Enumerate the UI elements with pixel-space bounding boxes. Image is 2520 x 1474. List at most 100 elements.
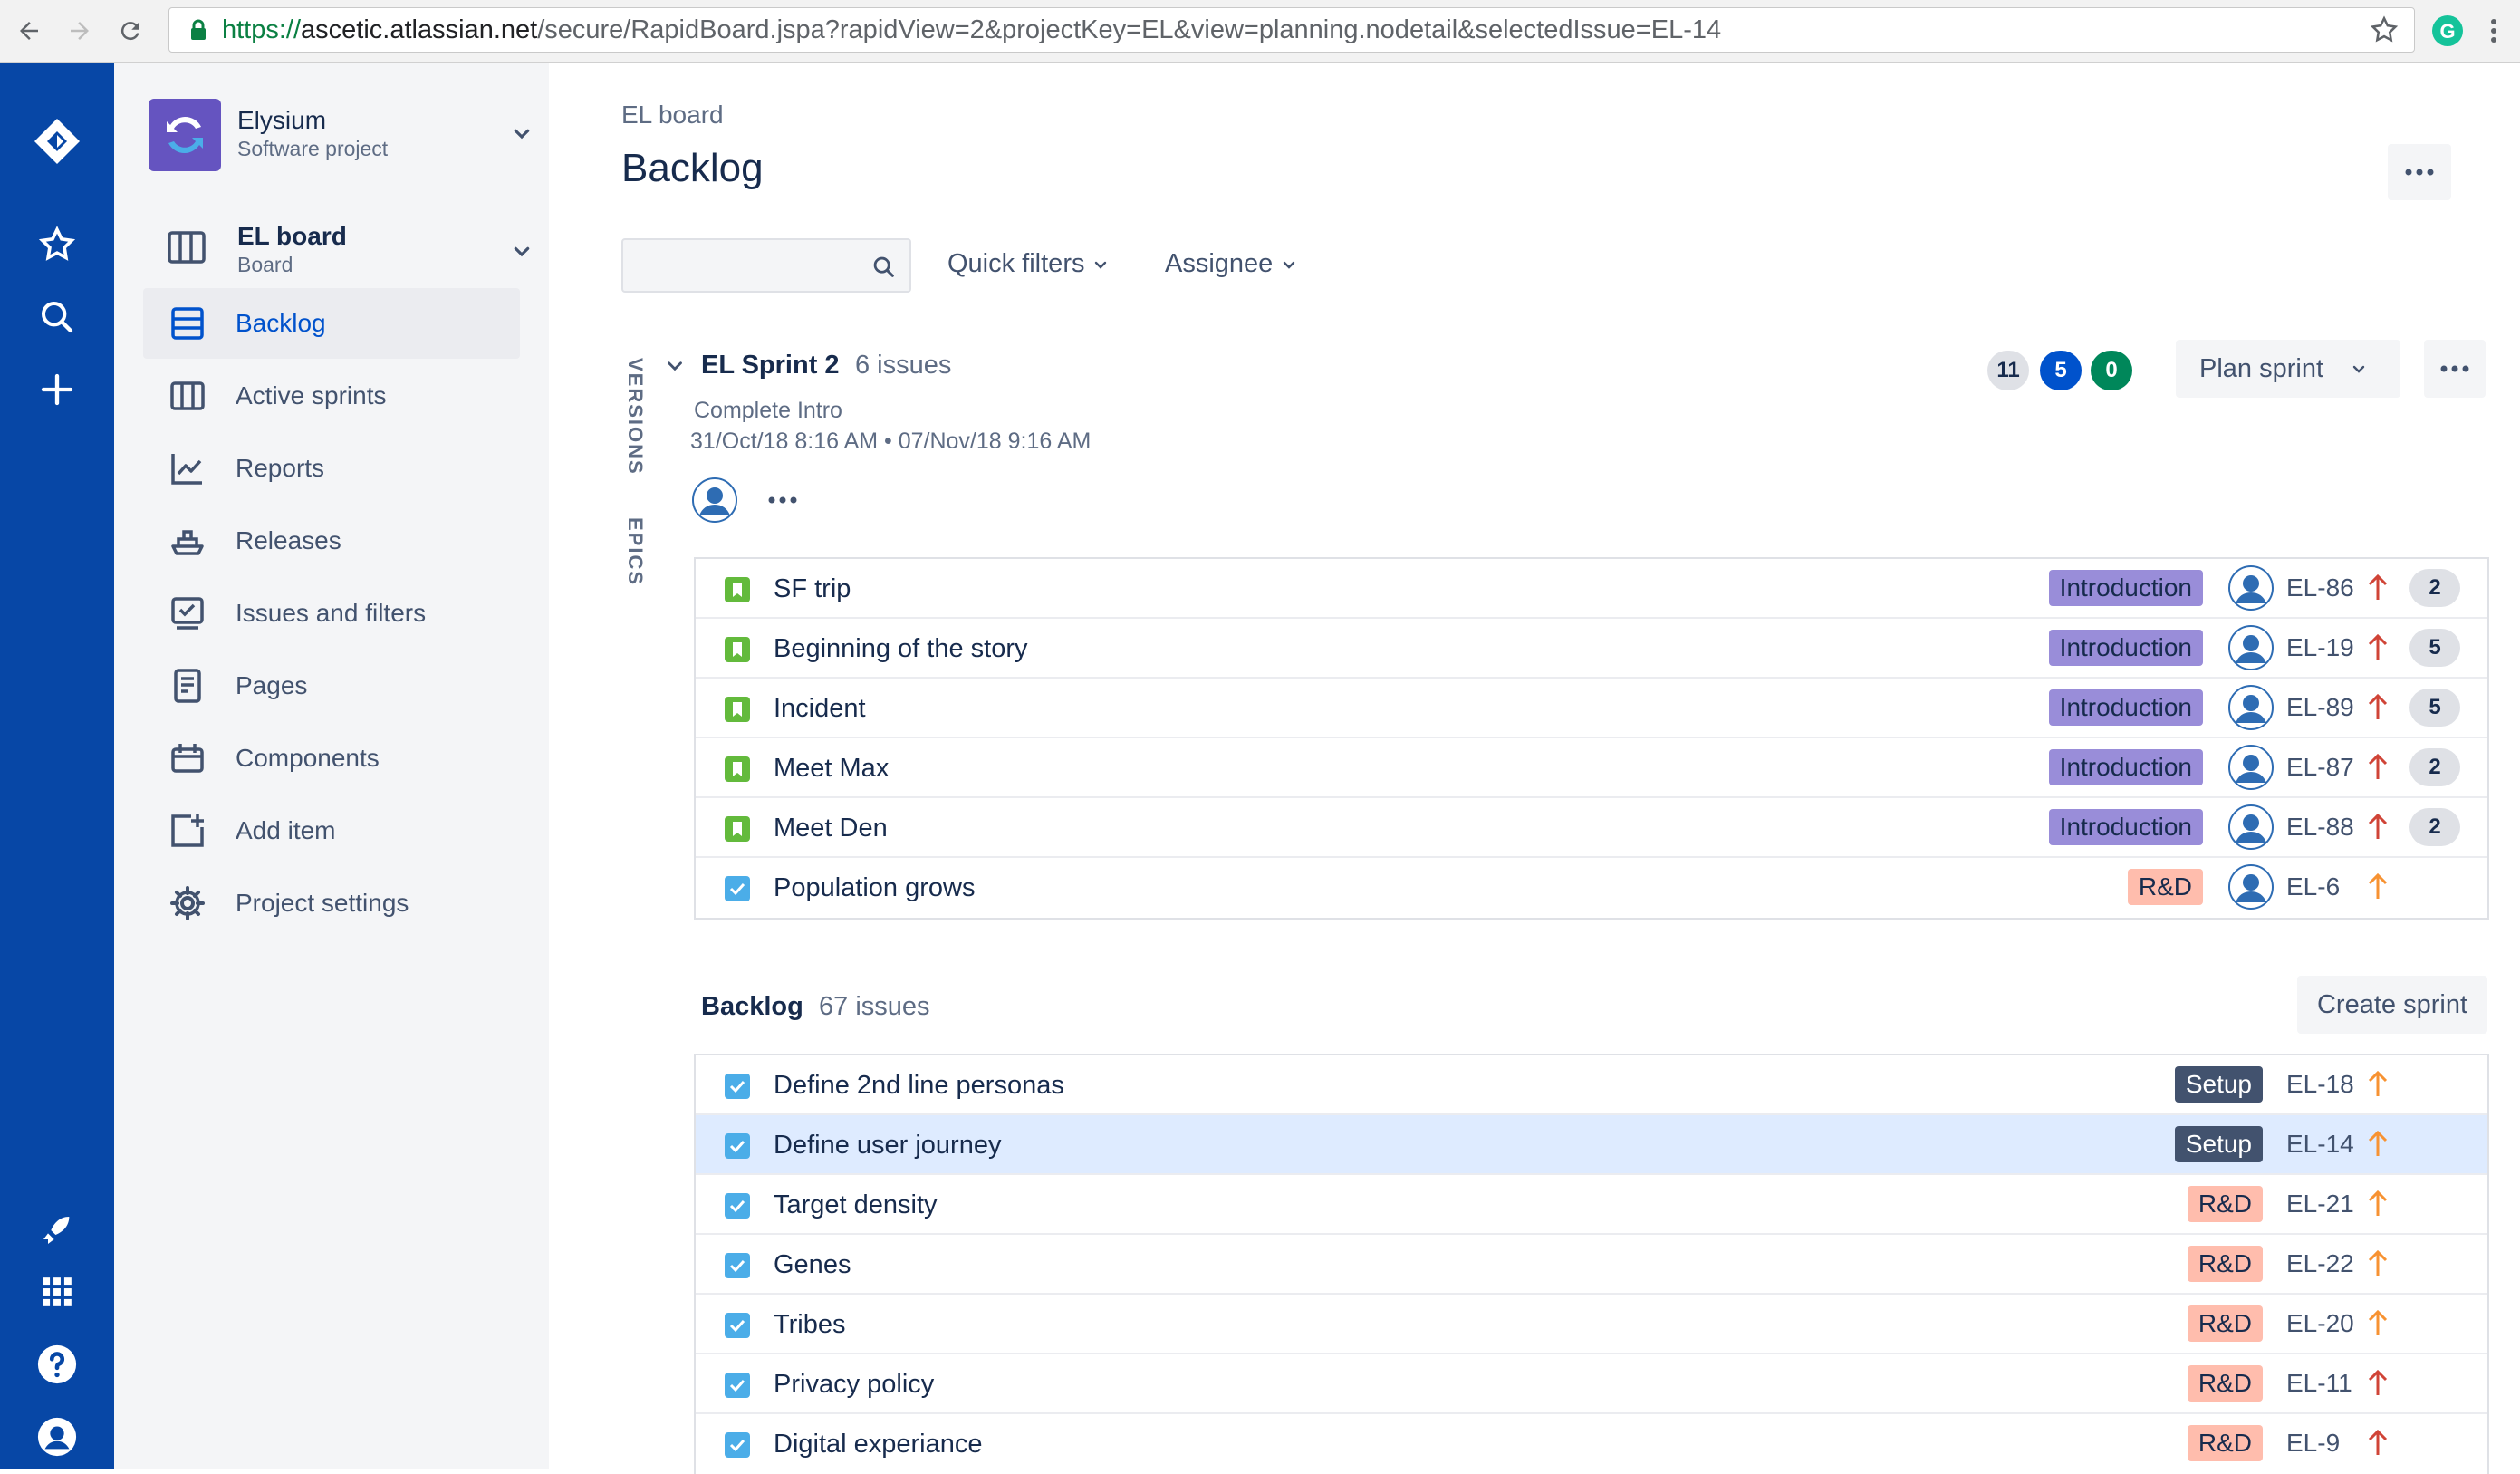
sprint-collapse-chevron-icon[interactable] — [663, 354, 687, 378]
more-actions-button[interactable] — [2388, 144, 2451, 200]
chevron-down-icon — [1095, 261, 1107, 269]
svg-text:G: G — [2439, 20, 2455, 43]
chevron-down-icon — [1284, 261, 1295, 269]
sprint-dates: 31/Oct/18 8:16 AM • 07/Nov/18 9:16 AM — [690, 429, 1092, 454]
settings-icon — [167, 882, 208, 924]
search-icon — [871, 255, 897, 280]
sprint-goal: Complete Intro — [694, 398, 842, 423]
issue-row[interactable]: Meet Den Introduction EL-88 2 — [696, 798, 2487, 858]
issue-row[interactable]: Privacy policy R&D EL-11 — [696, 1354, 2487, 1414]
chevron-down-icon — [2352, 365, 2365, 373]
issue-row[interactable]: Define 2nd line personas Setup EL-18 — [696, 1055, 2487, 1115]
issues-icon — [167, 592, 208, 634]
issue-key[interactable]: EL-19 — [2286, 633, 2359, 662]
project-name: Elysium — [237, 106, 327, 134]
board-switcher[interactable]: EL board Board — [149, 217, 530, 280]
profile-avatar-icon[interactable] — [33, 1412, 82, 1461]
notification-rocket-icon[interactable] — [33, 1206, 82, 1255]
page-title: Backlog — [621, 146, 764, 190]
sidebar-item-label: Pages — [236, 671, 308, 699]
backlog-heading: Backlog — [701, 992, 803, 1021]
issue-row-selected[interactable]: Define user journey Setup EL-14 — [696, 1115, 2487, 1175]
issue-summary: Genes — [774, 1250, 851, 1279]
starred-icon[interactable] — [33, 220, 82, 269]
chevron-down-icon[interactable] — [507, 119, 536, 148]
issue-summary: Define user journey — [774, 1131, 1002, 1160]
board-name: EL board — [237, 222, 347, 250]
issue-row[interactable]: Genes R&D EL-22 — [696, 1235, 2487, 1295]
issue-row[interactable]: Tribes R&D EL-20 — [696, 1295, 2487, 1354]
sidebar-item-reports[interactable]: Reports — [143, 433, 520, 504]
sidebar-item-backlog[interactable]: Backlog — [143, 288, 520, 359]
breadcrumb[interactable]: EL board — [621, 101, 724, 130]
jira-logo-icon[interactable] — [33, 117, 82, 166]
assignee-dropdown[interactable]: Assignee — [1165, 249, 1300, 279]
versions-tab[interactable]: VERSIONS — [623, 358, 647, 476]
ellipsis-icon — [2405, 169, 2434, 176]
project-avatar — [149, 99, 221, 171]
issue-row[interactable]: SF trip Introduction EL-86 2 — [696, 559, 2487, 619]
issue-key[interactable]: EL-14 — [2286, 1130, 2359, 1159]
sprint-name[interactable]: EL Sprint 2 — [701, 351, 840, 381]
epics-tab[interactable]: EPICS — [623, 517, 647, 586]
backlog-issue-count: 67 issues — [819, 992, 930, 1021]
issue-key[interactable]: EL-6 — [2286, 872, 2359, 901]
bookmark-star-icon[interactable] — [2369, 14, 2400, 45]
sidebar-item-active-sprints[interactable]: Active sprints — [143, 361, 520, 431]
priority-high-arrow-icon — [2368, 814, 2388, 839]
story-icon — [725, 697, 750, 722]
issue-key[interactable]: EL-22 — [2286, 1249, 2359, 1278]
story-points-badge: 5 — [2409, 689, 2460, 727]
grammarly-extension-icon[interactable]: G — [2429, 13, 2466, 49]
plan-sprint-button[interactable]: Plan sprint — [2176, 340, 2400, 398]
app-switcher-icon[interactable] — [33, 1267, 82, 1316]
issue-key[interactable]: EL-9 — [2286, 1429, 2359, 1458]
priority-medium-arrow-icon — [2368, 1190, 2388, 1216]
issue-key[interactable]: EL-89 — [2286, 693, 2359, 722]
issue-row[interactable]: Target density R&D EL-21 — [696, 1175, 2487, 1235]
sidebar-item-releases[interactable]: Releases — [143, 506, 520, 576]
story-icon — [725, 637, 750, 662]
browser-toolbar: https://ascetic.atlassian.net/secure/Rap… — [0, 0, 2520, 63]
sprint-more-button[interactable] — [2424, 340, 2486, 398]
issue-row[interactable]: Population grows R&D EL-6 — [696, 858, 2487, 918]
sidebar-item-issues-and-filters[interactable]: Issues and filters — [143, 578, 520, 649]
issue-row[interactable]: Incident Introduction EL-89 5 — [696, 679, 2487, 738]
sidebar-item-pages[interactable]: Pages — [143, 650, 520, 721]
create-plus-icon[interactable] — [33, 365, 82, 414]
epic-label: Introduction — [2048, 570, 2203, 606]
sidebar-item-components[interactable]: Components — [143, 723, 520, 794]
sprint-assignee-avatar[interactable] — [692, 477, 737, 523]
search-icon[interactable] — [33, 293, 82, 342]
create-sprint-button[interactable]: Create sprint — [2297, 976, 2487, 1034]
epic-label: Setup — [2174, 1126, 2263, 1162]
issue-key[interactable]: EL-20 — [2286, 1309, 2359, 1338]
issue-key[interactable]: EL-88 — [2286, 813, 2359, 842]
issue-row[interactable]: Beginning of the story Introduction EL-1… — [696, 619, 2487, 679]
browser-menu-icon[interactable] — [2480, 13, 2507, 49]
sidebar-item-label: Issues and filters — [236, 599, 427, 627]
issue-key[interactable]: EL-18 — [2286, 1070, 2359, 1099]
priority-high-arrow-icon — [2368, 1430, 2388, 1455]
sidebar-item-project-settings[interactable]: Project settings — [143, 868, 520, 939]
issue-row[interactable]: Meet Max Introduction EL-87 2 — [696, 738, 2487, 798]
quick-filters-dropdown[interactable]: Quick filters — [947, 249, 1111, 279]
issue-key[interactable]: EL-11 — [2286, 1369, 2359, 1398]
address-bar[interactable]: https://ascetic.atlassian.net/secure/Rap… — [168, 7, 2415, 53]
assignee-avatar — [2228, 864, 2274, 910]
points-todo-badge: 11 — [1987, 351, 2029, 390]
epic-label: Introduction — [2048, 689, 2203, 726]
sprint-avatar-more-icon[interactable] — [765, 487, 801, 514]
issue-key[interactable]: EL-87 — [2286, 753, 2359, 782]
chevron-down-icon[interactable] — [507, 236, 536, 265]
forward-button[interactable] — [60, 11, 100, 51]
help-icon[interactable] — [33, 1340, 82, 1389]
project-switcher[interactable]: Elysium Software project — [149, 99, 530, 171]
sidebar-item-add-item[interactable]: Add item — [143, 795, 520, 866]
issue-row[interactable]: Digital experiance R&D EL-9 — [696, 1414, 2487, 1474]
issue-key[interactable]: EL-86 — [2286, 573, 2359, 602]
back-button[interactable] — [9, 11, 49, 51]
search-input[interactable] — [621, 238, 911, 293]
issue-key[interactable]: EL-21 — [2286, 1190, 2359, 1219]
reload-button[interactable] — [111, 11, 150, 51]
